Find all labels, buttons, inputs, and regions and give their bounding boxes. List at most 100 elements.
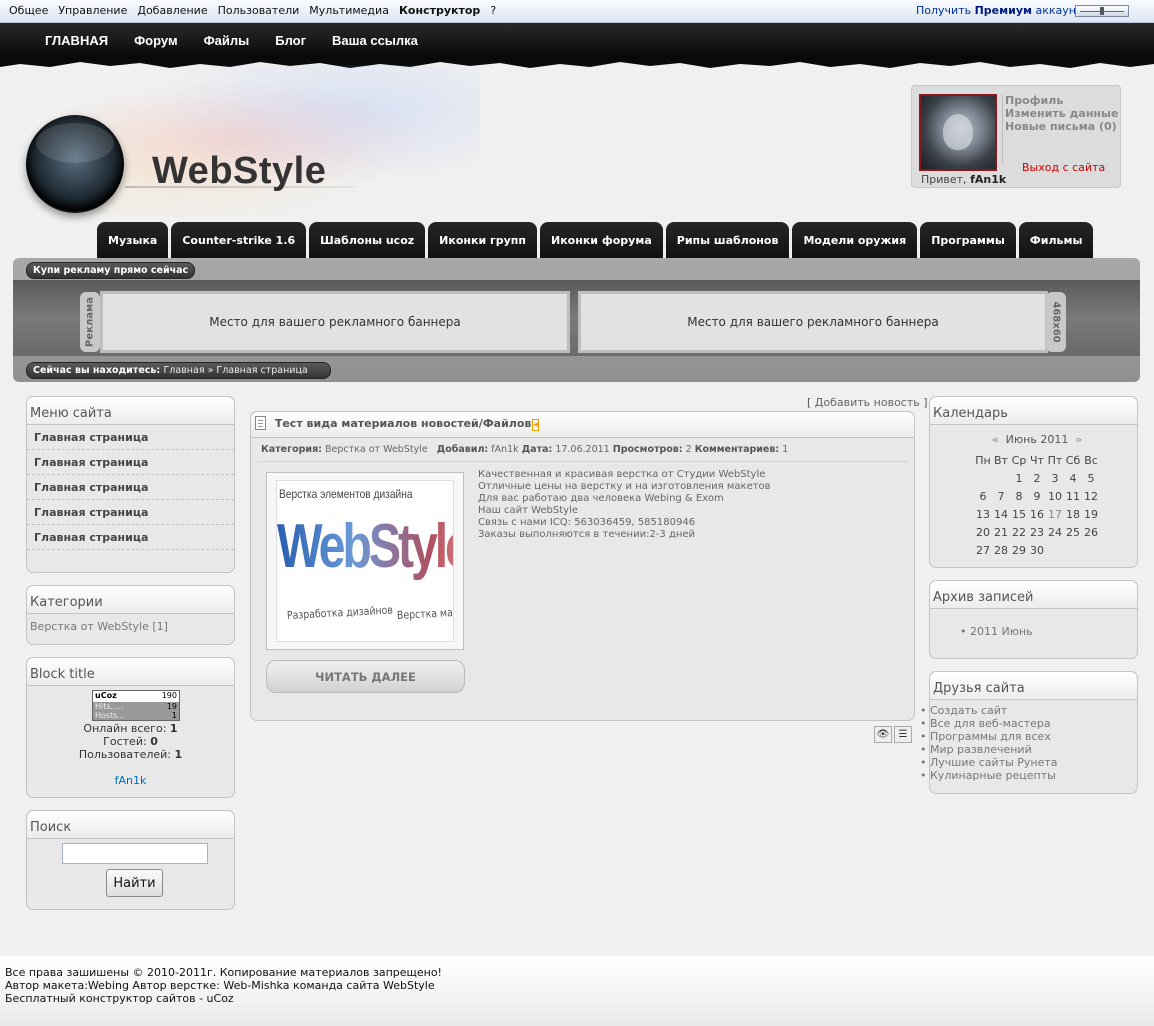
admin-menu-multimedia[interactable]: Мультимедиа xyxy=(309,4,389,17)
meta-category[interactable]: Верстка от WebStyle xyxy=(325,444,428,455)
tab-programs[interactable]: Программы xyxy=(920,222,1016,259)
top-nav-forum[interactable]: Форум xyxy=(134,33,177,48)
friend-link[interactable]: • Мир развлечений xyxy=(920,743,1058,756)
top-nav-home[interactable]: ГЛАВНАЯ xyxy=(45,33,108,48)
tab-ucoz-templates[interactable]: Шаблоны ucoz xyxy=(309,222,426,259)
friends-list: • Создать сайт • Все для веб-мастера • П… xyxy=(920,704,1058,782)
stats-block: Block title uCoz 190 Hits..... 19 Hosts.… xyxy=(26,657,235,798)
tab-counter-strike[interactable]: Counter-strike 1.6 xyxy=(171,222,307,259)
top-nav-blog[interactable]: Блог xyxy=(275,33,306,48)
site-menu-item[interactable]: Главная страница xyxy=(27,500,234,525)
friend-link[interactable]: • Лучшие сайты Рунета xyxy=(920,756,1058,769)
admin-menu-users[interactable]: Пользователи xyxy=(218,4,300,17)
calendar: « Июнь 2011 » Пн Вт Ср Чт Пт Сб Вс 1 2 3… xyxy=(974,433,1100,559)
greeting-username[interactable]: fAn1k xyxy=(970,173,1006,186)
weekday: Пн xyxy=(975,453,991,467)
admin-menu-add[interactable]: Добавление xyxy=(137,4,207,17)
ad-banner-left[interactable]: Место для вашего рекламного баннера xyxy=(100,291,570,353)
ad-banner-right[interactable]: Место для вашего рекламного баннера xyxy=(578,291,1048,353)
new-messages-link[interactable]: Новые письма (0) xyxy=(1005,120,1118,133)
online-user-link[interactable]: fAn1k xyxy=(27,774,234,787)
tab-weapon-models[interactable]: Модели оружия xyxy=(792,222,918,259)
site-menu-block: Меню сайта Главная страница Главная стра… xyxy=(26,396,235,573)
read-more-button[interactable]: ЧИТАТЬ ДАЛЕЕ xyxy=(266,660,465,693)
counter-logo: uCoz xyxy=(95,691,117,700)
site-menu-item[interactable]: Главная страница xyxy=(27,425,234,450)
ad-side-label-right: 468x60 xyxy=(1046,292,1066,352)
calendar-day: 2 xyxy=(1033,471,1041,485)
category-link[interactable]: Верстка от WebStyle [1] xyxy=(27,614,234,633)
tab-movies[interactable]: Фильмы xyxy=(1018,222,1094,259)
calendar-month[interactable]: Июнь 2011 xyxy=(1006,433,1069,446)
logout-link[interactable]: Выход с сайта xyxy=(1022,161,1105,174)
entry-title[interactable]: Тест вида материалов новостей/Файлов xyxy=(275,417,532,430)
entry-meta: Категория: Верстка от WebStyle Добавил: … xyxy=(257,438,908,462)
site-logo-emblem[interactable] xyxy=(26,115,124,213)
calendar-next[interactable]: » xyxy=(1075,433,1082,446)
logo-underline xyxy=(125,186,355,188)
calendar-day: 20 xyxy=(976,525,990,539)
premium-bold: Премиум xyxy=(974,4,1032,17)
weekday: Вс xyxy=(1084,453,1098,467)
entry-text-line: Наш сайт WebStyle xyxy=(478,505,579,516)
buy-ad-label[interactable]: Купи рекламу прямо сейчас xyxy=(26,262,196,279)
friend-link-label: Программы для всех xyxy=(930,730,1051,743)
friend-link[interactable]: • Программы для всех xyxy=(920,730,1058,743)
online-users-label: Пользователей: xyxy=(78,748,171,761)
calendar-day: 19 xyxy=(1084,507,1098,521)
site-menu-item[interactable]: Главная страница xyxy=(27,450,234,475)
view-icon[interactable]: 👁 xyxy=(874,726,892,743)
calendar-day xyxy=(1046,541,1064,559)
tab-forum-icons[interactable]: Иконки форума xyxy=(540,222,663,259)
counter-hits-label: Hits..... xyxy=(95,702,124,711)
ucoz-counter[interactable]: uCoz 190 Hits..... 19 Hosts... 1 xyxy=(92,690,180,721)
search-button[interactable]: Найти xyxy=(106,869,163,897)
friend-link[interactable]: • Кулинарные рецепты xyxy=(920,769,1058,782)
entry-text-line: Заказы выполняются в течении:2-3 дней xyxy=(478,529,696,540)
add-news-link[interactable]: [ Добавить новость ] xyxy=(807,396,928,409)
calendar-day-with-entry[interactable]: 17 xyxy=(1046,505,1064,523)
calendar-day: 26 xyxy=(1084,525,1098,539)
admin-menu-constructor[interactable]: Конструктор xyxy=(399,4,480,17)
admin-menu-help[interactable]: ? xyxy=(490,4,496,17)
site-menu-item[interactable]: Главная страница xyxy=(27,525,234,550)
admin-menu-manage[interactable]: Управление xyxy=(58,4,127,17)
details-icon[interactable]: ☰ xyxy=(894,726,912,743)
entry-text-line: Качественная и красивая верстка от Студи… xyxy=(478,469,766,480)
tab-music[interactable]: Музыка xyxy=(97,222,169,259)
profile-link[interactable]: Профиль xyxy=(1005,94,1118,107)
user-avatar[interactable] xyxy=(919,94,997,171)
document-icon xyxy=(255,416,266,430)
top-nav-files[interactable]: Файлы xyxy=(204,33,250,48)
site-menu-item[interactable]: Главная страница xyxy=(27,475,234,500)
search-input[interactable] xyxy=(62,843,208,864)
edit-profile-link[interactable]: Изменить данные xyxy=(1005,107,1118,120)
ad-label-text: Реклама xyxy=(84,297,96,347)
meta-comments: 1 xyxy=(782,444,789,455)
meta-author[interactable]: fAn1k xyxy=(491,444,518,455)
thumbnail-image: Верстка элементов дизайна WebStyle Разра… xyxy=(276,480,454,642)
friend-link[interactable]: • Все для веб-мастера xyxy=(920,717,1058,730)
footer: Все права зашишены © 2010-2011г. Копиров… xyxy=(0,956,1154,1026)
calendar-day: 23 xyxy=(1030,525,1044,539)
admin-menu: Общее Управление Добавление Пользователи… xyxy=(4,4,501,17)
tab-group-icons[interactable]: Иконки групп xyxy=(428,222,537,259)
online-total-label: Онлайн всего: xyxy=(83,722,167,735)
admin-menu-general[interactable]: Общее xyxy=(9,4,48,17)
friends-title: Друзья сайта xyxy=(930,672,1137,700)
archive-item[interactable]: • 2011 Июнь xyxy=(930,609,1137,638)
meta-date-label: Дата: xyxy=(521,444,553,455)
calendar-day xyxy=(992,469,1010,487)
tab-template-rips[interactable]: Рипы шаблонов xyxy=(665,222,790,259)
premium-link[interactable]: Получить Премиум аккаунт xyxy=(916,4,1082,17)
footer-ucoz-link[interactable]: Бесплатный конструктор сайтов - uCoz xyxy=(5,992,442,1005)
toolbar-slider[interactable] xyxy=(1075,5,1129,17)
entry-thumbnail[interactable]: Верстка элементов дизайна WebStyle Разра… xyxy=(266,472,464,650)
calendar-day: 10 xyxy=(1048,489,1062,503)
search-block: Поиск Найти xyxy=(26,810,235,910)
archive-item-label: 2011 Июнь xyxy=(970,625,1033,638)
breadcrumb-path[interactable]: Главная » Главная страница xyxy=(164,365,308,376)
calendar-prev[interactable]: « xyxy=(992,433,999,446)
top-nav-your-link[interactable]: Ваша ссылка xyxy=(332,33,418,48)
friend-link[interactable]: • Создать сайт xyxy=(920,704,1058,717)
